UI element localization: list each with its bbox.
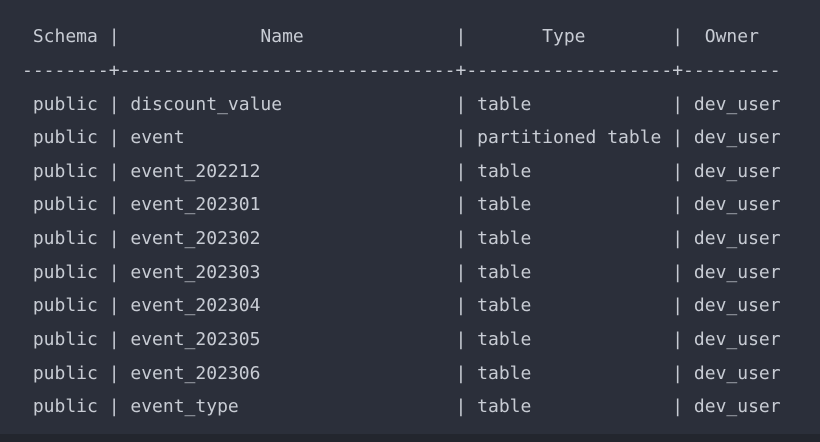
terminal-output: Schema | Name | Type | Owner --------+--… <box>0 0 820 442</box>
table-row: public | discount_value | table | dev_us… <box>22 94 781 115</box>
table-row: public | event_202301 | table | dev_user <box>22 194 781 215</box>
table-header: Schema | Name | Type | Owner <box>22 26 759 47</box>
table-row: public | event_202305 | table | dev_user <box>22 329 781 350</box>
table-row: public | event_202304 | table | dev_user <box>22 295 781 316</box>
table-row: public | event_202306 | table | dev_user <box>22 363 781 384</box>
table-row: public | event_202302 | table | dev_user <box>22 228 781 249</box>
table-separator: --------+-------------------------------… <box>22 60 781 81</box>
table-row: public | event_type | table | dev_user <box>22 396 781 417</box>
table-row: public | event_202212 | table | dev_user <box>22 161 781 182</box>
horizontal-scrollbar[interactable] <box>0 434 820 442</box>
table-row: public | event_202303 | table | dev_user <box>22 262 781 283</box>
table-row: public | event | partitioned table | dev… <box>22 127 781 148</box>
